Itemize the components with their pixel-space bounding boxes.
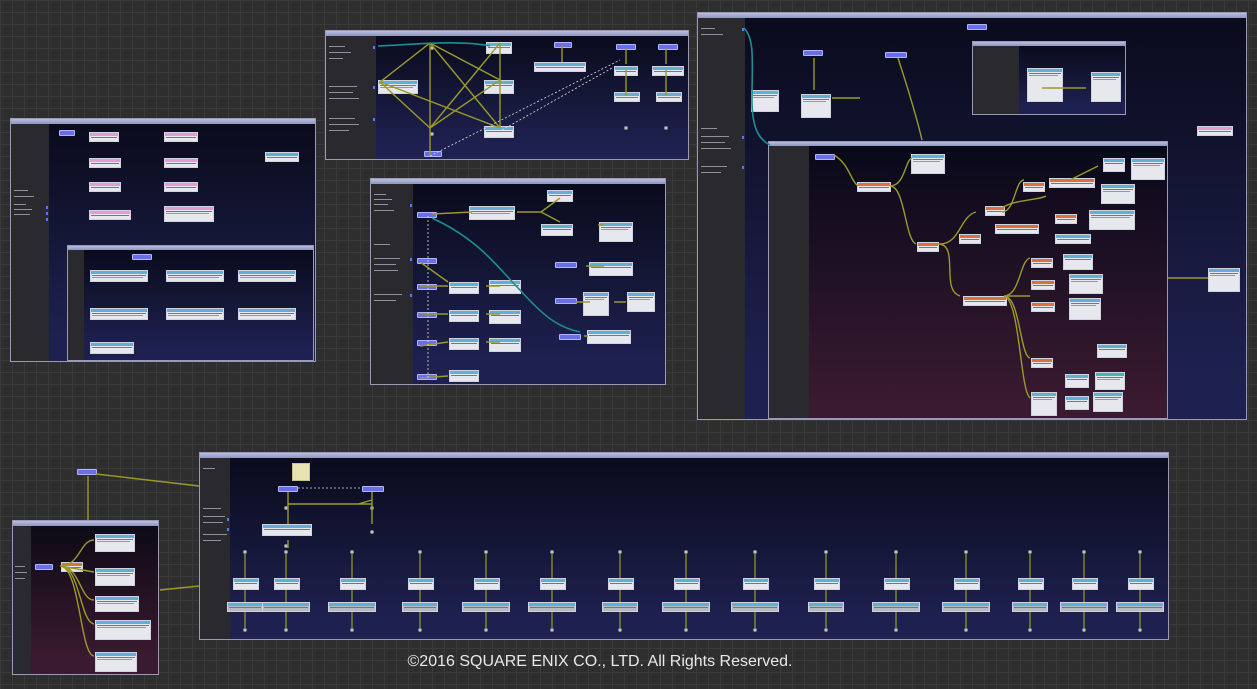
- connector-node[interactable]: [1028, 628, 1032, 632]
- graph-node[interactable]: [1072, 578, 1098, 590]
- connector-node[interactable]: [484, 628, 488, 632]
- connector-node[interactable]: [824, 550, 828, 554]
- graph-node[interactable]: [474, 578, 500, 590]
- graph-node[interactable]: [340, 578, 366, 590]
- connector-node[interactable]: [1138, 550, 1142, 554]
- graph-node[interactable]: [731, 602, 779, 612]
- connector-node[interactable]: [1082, 628, 1086, 632]
- graph-node[interactable]: [743, 578, 769, 590]
- connector-node[interactable]: [1082, 550, 1086, 554]
- graph-node[interactable]: [262, 602, 310, 612]
- connector-node[interactable]: [484, 550, 488, 554]
- graph-node[interactable]: [528, 602, 576, 612]
- connector-node[interactable]: [894, 550, 898, 554]
- graph-node[interactable]: [540, 578, 566, 590]
- graph-node[interactable]: [808, 602, 844, 612]
- connector-node[interactable]: [964, 550, 968, 554]
- graph-node[interactable]: [408, 578, 434, 590]
- connector-node[interactable]: [350, 628, 354, 632]
- graph-node[interactable]: [674, 578, 700, 590]
- graph-node[interactable]: [227, 602, 263, 612]
- graph-node[interactable]: [872, 602, 920, 612]
- connector-node[interactable]: [284, 550, 288, 554]
- connector-node[interactable]: [243, 628, 247, 632]
- graph-node[interactable]: [602, 602, 638, 612]
- connector-node[interactable]: [284, 628, 288, 632]
- connector-node[interactable]: [894, 628, 898, 632]
- connector-node[interactable]: [418, 550, 422, 554]
- graph-node[interactable]: [1018, 578, 1044, 590]
- graph-node[interactable]: [1012, 602, 1048, 612]
- graph-node[interactable]: [1128, 578, 1154, 590]
- connector-node[interactable]: [418, 628, 422, 632]
- graph-node[interactable]: [1060, 602, 1108, 612]
- connector-node[interactable]: [350, 550, 354, 554]
- connector-node[interactable]: [550, 550, 554, 554]
- copyright-notice: ©2016 SQUARE ENIX CO., LTD. All Rights R…: [407, 653, 793, 670]
- connector-node[interactable]: [753, 628, 757, 632]
- graph-node[interactable]: [884, 578, 910, 590]
- connector-node[interactable]: [753, 550, 757, 554]
- graph-node[interactable]: [402, 602, 438, 612]
- connector-node[interactable]: [684, 550, 688, 554]
- connector-node[interactable]: [1028, 550, 1032, 554]
- graph-node[interactable]: [814, 578, 840, 590]
- connector-node[interactable]: [824, 628, 828, 632]
- connector-node[interactable]: [1138, 628, 1142, 632]
- connector-node[interactable]: [550, 628, 554, 632]
- graph-node[interactable]: [954, 578, 980, 590]
- graph-node[interactable]: [328, 602, 376, 612]
- connector-node[interactable]: [618, 628, 622, 632]
- connector-node[interactable]: [618, 550, 622, 554]
- graph-node[interactable]: [1116, 602, 1164, 612]
- connector-node[interactable]: [243, 550, 247, 554]
- connector-node[interactable]: [684, 628, 688, 632]
- graph-node[interactable]: [942, 602, 990, 612]
- graph-node[interactable]: [662, 602, 710, 612]
- graph-node[interactable]: [608, 578, 634, 590]
- graph-node[interactable]: [233, 578, 259, 590]
- connector-node[interactable]: [964, 628, 968, 632]
- graph-node[interactable]: [274, 578, 300, 590]
- graph-node[interactable]: [462, 602, 510, 612]
